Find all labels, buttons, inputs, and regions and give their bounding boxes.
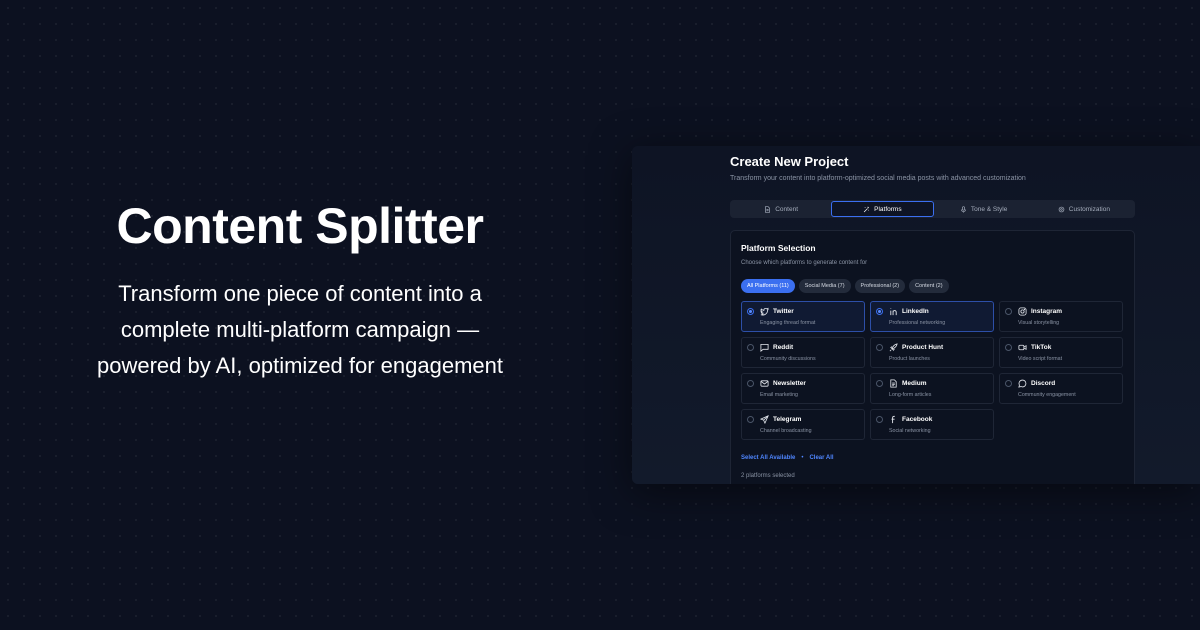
radio-button[interactable]: [747, 380, 754, 387]
platform-description: Channel broadcasting: [760, 428, 812, 434]
platform-description: Video script format: [1018, 356, 1063, 362]
radio-button[interactable]: [876, 416, 883, 423]
tab-tone-style[interactable]: Tone & Style: [934, 201, 1034, 217]
selection-actions: Select All Available • Clear All: [741, 455, 834, 461]
platform-description: Long-form articles: [889, 392, 932, 398]
file-text-icon: [889, 379, 898, 388]
platform-description: Social networking: [889, 428, 931, 434]
filter-chip-social-media[interactable]: Social Media (7): [798, 279, 851, 293]
platform-card-reddit[interactable]: Reddit Community discussions: [741, 337, 865, 368]
platform-description: Professional networking: [889, 320, 946, 326]
radio-button[interactable]: [747, 344, 754, 351]
gear-icon: [1058, 206, 1065, 212]
filter-chip-professional[interactable]: Professional (2): [854, 279, 906, 293]
platform-card-tiktok[interactable]: TikTok Video script format: [999, 337, 1123, 368]
message-circle-icon: [1018, 379, 1027, 388]
chat-bubble-icon: [760, 343, 769, 352]
platform-name: LinkedIn: [902, 308, 929, 315]
platform-name: Facebook: [902, 416, 933, 423]
separator-dot: •: [801, 455, 804, 461]
radio-button[interactable]: [747, 308, 754, 315]
platform-card-newsletter[interactable]: Newsletter Email marketing: [741, 373, 865, 404]
tab-content[interactable]: Content: [731, 201, 831, 217]
page-title: Create New Project: [730, 154, 849, 169]
section-title: Platform Selection: [741, 243, 816, 253]
platform-card-linkedin[interactable]: LinkedIn Professional networking: [870, 301, 994, 332]
microphone-icon: [960, 205, 966, 213]
platform-description: Community discussions: [760, 356, 816, 362]
twitter-icon: [760, 307, 769, 316]
platform-name: Reddit: [773, 344, 794, 351]
radio-button[interactable]: [1005, 308, 1012, 315]
document-icon: [765, 205, 771, 213]
instagram-icon: [1018, 307, 1027, 316]
radio-button[interactable]: [747, 416, 754, 423]
platform-selection-card: Platform Selection Choose which platform…: [730, 230, 1135, 484]
platform-card-telegram[interactable]: Telegram Channel broadcasting: [741, 409, 865, 440]
radio-button[interactable]: [1005, 344, 1012, 351]
platform-name: Product Hunt: [902, 344, 944, 351]
platform-name: Newsletter: [773, 380, 806, 387]
select-all-link[interactable]: Select All Available: [741, 455, 795, 461]
tab-bar: Content Platforms Tone & Style Customiza…: [730, 200, 1135, 218]
platform-description: Product launches: [889, 356, 930, 362]
platform-description: Visual storytelling: [1018, 320, 1060, 326]
platform-card-medium[interactable]: Medium Long-form articles: [870, 373, 994, 404]
platform-card-facebook[interactable]: Facebook Social networking: [870, 409, 994, 440]
hero: Content Splitter Transform one piece of …: [60, 196, 540, 384]
radio-button[interactable]: [876, 380, 883, 387]
radio-button[interactable]: [1005, 380, 1012, 387]
platform-card-discord[interactable]: Discord Community engagement: [999, 373, 1123, 404]
hero-title: Content Splitter: [116, 198, 484, 254]
platform-card-product-hunt[interactable]: Product Hunt Product launches: [870, 337, 994, 368]
facebook-icon: [889, 415, 898, 424]
page-subtitle: Transform your content into platform-opt…: [730, 175, 1026, 182]
platform-name: Instagram: [1031, 308, 1063, 315]
platform-name: Twitter: [773, 308, 794, 315]
platform-grid: Twitter Engaging thread format LinkedIn …: [741, 301, 1123, 440]
platform-card-twitter[interactable]: Twitter Engaging thread format: [741, 301, 865, 332]
radio-button[interactable]: [876, 308, 883, 315]
tab-platforms[interactable]: Platforms: [831, 201, 934, 217]
send-icon: [760, 415, 769, 424]
filter-chip-all[interactable]: All Platforms (11): [741, 279, 795, 293]
video-icon: [1018, 343, 1027, 352]
platform-description: Community engagement: [1018, 392, 1076, 398]
filter-chip-content[interactable]: Content (2): [909, 279, 949, 293]
platform-name: Telegram: [773, 416, 802, 423]
selected-count: 2 platforms selected: [741, 473, 795, 479]
filter-chips: All Platforms (11) Social Media (7) Prof…: [741, 279, 949, 293]
radio-button[interactable]: [876, 344, 883, 351]
mail-icon: [760, 379, 769, 388]
platform-description: Engaging thread format: [760, 320, 816, 326]
platform-card-instagram[interactable]: Instagram Visual storytelling: [999, 301, 1123, 332]
platform-description: Email marketing: [760, 392, 798, 398]
platform-name: Discord: [1031, 380, 1056, 387]
linkedin-icon: [889, 307, 898, 316]
platform-name: Medium: [902, 380, 927, 387]
hero-subtitle: Transform one piece of content into a co…: [96, 281, 504, 378]
rocket-icon: [889, 343, 898, 352]
section-subtitle: Choose which platforms to generate conte…: [741, 260, 868, 266]
app-preview-panel: Create New Project Transform your conten…: [632, 146, 1200, 484]
tab-customization[interactable]: Customization: [1034, 201, 1134, 217]
clear-all-link[interactable]: Clear All: [809, 455, 833, 461]
magic-wand-icon: [863, 206, 870, 212]
platform-name: TikTok: [1031, 344, 1052, 351]
